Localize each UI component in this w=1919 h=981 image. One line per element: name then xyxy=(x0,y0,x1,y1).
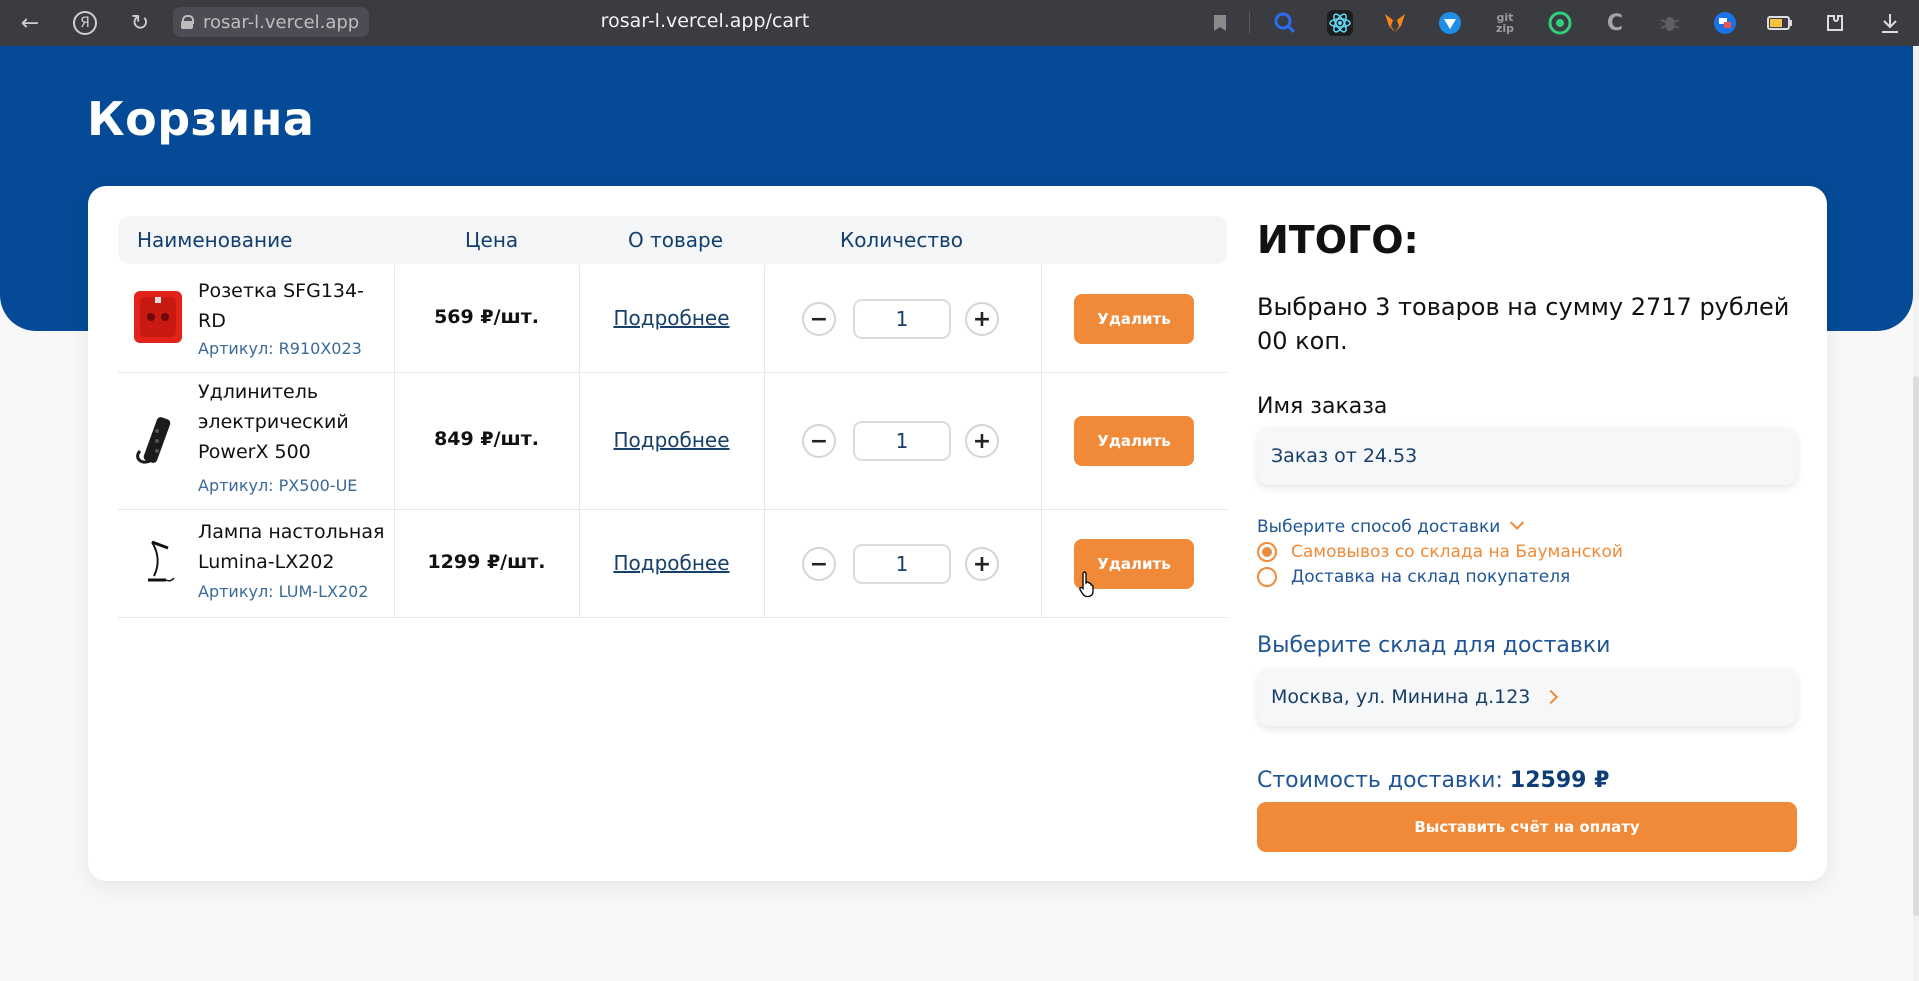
warehouse-label: Выберите склад для доставки xyxy=(1257,633,1611,658)
vpn-icon[interactable] xyxy=(1437,10,1463,36)
hand-cursor-icon xyxy=(1079,571,1094,598)
order-name-input[interactable]: Заказ от 24.53 xyxy=(1257,427,1797,485)
delivery-method-select[interactable]: Выберите способ доставки xyxy=(1257,515,1525,537)
product-sku: Артикул: PX500-UE xyxy=(198,476,358,495)
product-sku: Артикул: LUM-LX202 xyxy=(198,582,369,601)
circle-ext-icon[interactable] xyxy=(1547,10,1573,36)
order-name-label: Имя заказа xyxy=(1257,394,1388,419)
product-image-power-strip[interactable] xyxy=(130,411,186,471)
issue-invoice-button[interactable]: Выставить счёт на оплату xyxy=(1257,802,1797,852)
delete-button[interactable]: Удалить xyxy=(1074,416,1194,466)
battery-icon[interactable] xyxy=(1767,10,1793,36)
delivery-option-to-warehouse[interactable]: Доставка на склад покупателя xyxy=(1257,567,1570,587)
product-image-socket[interactable] xyxy=(130,287,186,347)
column-header-price: Цена xyxy=(465,228,519,252)
qty-input[interactable]: 1 xyxy=(853,421,951,461)
cell-divider xyxy=(764,510,765,617)
product-sku: Артикул: R910X023 xyxy=(198,339,362,358)
cart-card: Наименование Цена О товаре Количество Ро… xyxy=(88,186,1827,881)
product-name[interactable]: Удлинитель электрический PowerX 500 xyxy=(198,377,388,467)
delivery-cost-value: 12599 ₽ xyxy=(1509,768,1610,793)
table-header: Наименование Цена О товаре Количество xyxy=(118,216,1227,264)
cell-divider xyxy=(1041,265,1042,372)
cell-divider xyxy=(1041,373,1042,509)
product-name[interactable]: Лампа настольная Lumina-LX202 xyxy=(198,517,398,577)
qty-input[interactable]: 1 xyxy=(853,544,951,584)
qty-input[interactable]: 1 xyxy=(853,299,951,339)
details-link[interactable]: Подробнее xyxy=(579,551,764,575)
browser-toolbar: ← Я ↻ rosar-l.vercel.app rosar-l.vercel.… xyxy=(0,0,1919,46)
translate-icon[interactable] xyxy=(1712,10,1738,36)
react-icon[interactable] xyxy=(1327,10,1353,36)
delivery-cost-label: Стоимость доставки: xyxy=(1257,768,1503,793)
metamask-icon[interactable] xyxy=(1382,10,1408,36)
product-price: 1299 ₽/шт. xyxy=(427,551,546,573)
cookie-ext-icon[interactable]: C xyxy=(1602,10,1628,36)
delivery-option-pickup[interactable]: Самовывоз со склада на Бауманской xyxy=(1257,542,1623,562)
product-price: 849 ₽/шт. xyxy=(434,428,539,450)
download-icon[interactable] xyxy=(1877,10,1903,36)
delivery-option-label: Самовывоз со склада на Бауманской xyxy=(1291,542,1623,562)
column-header-about: О товаре xyxy=(628,228,724,252)
bug-ext-icon[interactable] xyxy=(1657,10,1683,36)
qty-increase-button[interactable]: + xyxy=(965,424,999,458)
qty-increase-button[interactable]: + xyxy=(965,302,999,336)
page-title: Корзина xyxy=(87,92,315,146)
chevron-down-icon xyxy=(1510,515,1525,530)
summary-text: Выбрано 3 товаров на сумму 2717 рублей 0… xyxy=(1257,293,1790,355)
warehouse-value: Москва, ул. Минина д.123 xyxy=(1271,686,1531,708)
cell-divider xyxy=(1041,510,1042,617)
qty-decrease-button[interactable]: − xyxy=(802,424,836,458)
product-price: 569 ₽/шт. xyxy=(434,306,539,328)
table-row: Розетка SFG134-RD Артикул: R910X023 569 … xyxy=(118,265,1227,373)
radio-selected-icon[interactable] xyxy=(1257,542,1277,562)
table-row: Удлинитель электрический PowerX 500 Арти… xyxy=(118,373,1227,510)
table-row: Лампа настольная Lumina-LX202 Артикул: L… xyxy=(118,510,1227,618)
qty-increase-button[interactable]: + xyxy=(965,547,999,581)
warehouse-selector[interactable]: Москва, ул. Минина д.123 xyxy=(1257,668,1797,726)
delete-button[interactable]: Удалить xyxy=(1074,294,1194,344)
cell-divider xyxy=(764,265,765,372)
product-name[interactable]: Розетка SFG134-RD xyxy=(198,276,388,336)
product-image-lamp[interactable] xyxy=(130,534,186,594)
toolbar-divider xyxy=(1249,12,1250,34)
search-icon[interactable] xyxy=(1272,10,1298,36)
delivery-cost: Стоимость доставки: 12599 ₽ xyxy=(1257,768,1609,793)
qty-decrease-button[interactable]: − xyxy=(802,547,836,581)
bookmark-icon[interactable] xyxy=(1207,10,1233,36)
summary-title: ИТОГО: xyxy=(1257,218,1419,262)
extensions-icon[interactable] xyxy=(1822,10,1848,36)
radio-unselected-icon[interactable] xyxy=(1257,567,1277,587)
address-bar-url[interactable]: rosar-l.vercel.app/cart xyxy=(0,10,1410,32)
column-header-qty: Количество xyxy=(840,228,964,252)
order-name-value: Заказ от 24.53 xyxy=(1271,445,1418,467)
qty-decrease-button[interactable]: − xyxy=(802,302,836,336)
gitzip-icon[interactable]: git zip xyxy=(1492,10,1518,36)
column-header-name: Наименование xyxy=(137,228,293,252)
cell-divider xyxy=(764,373,765,509)
delivery-method-label: Выберите способ доставки xyxy=(1257,517,1501,537)
chevron-right-icon xyxy=(1544,689,1559,705)
scrollbar-thumb[interactable] xyxy=(1913,376,1919,916)
details-link[interactable]: Подробнее xyxy=(579,306,764,330)
scrollbar-track[interactable] xyxy=(1913,46,1919,981)
details-link[interactable]: Подробнее xyxy=(579,428,764,452)
delivery-option-label: Доставка на склад покупателя xyxy=(1291,567,1571,587)
